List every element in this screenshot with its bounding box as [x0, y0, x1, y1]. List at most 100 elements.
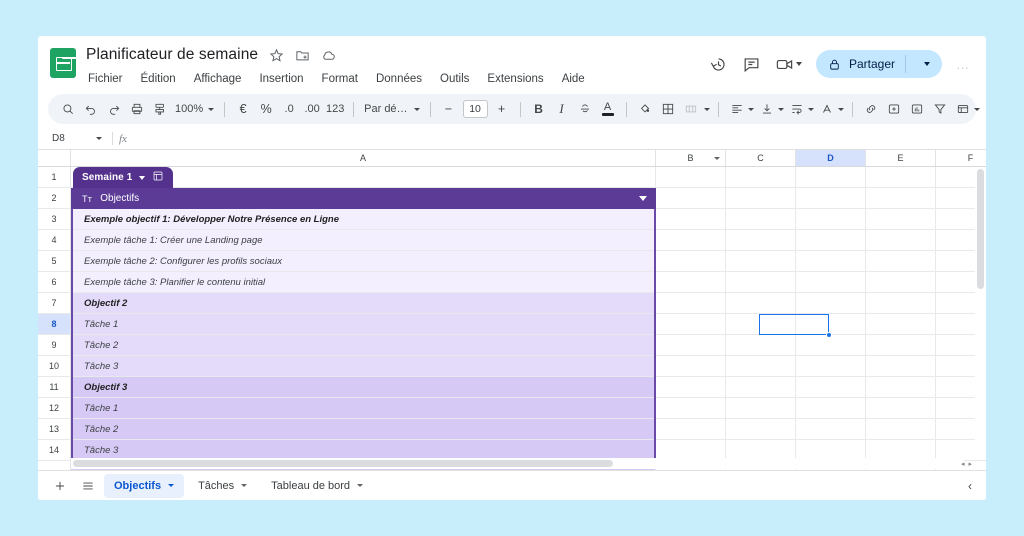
cell-c5[interactable] [726, 251, 796, 272]
column-header-a[interactable]: A [71, 150, 656, 166]
cell-b3[interactable] [656, 209, 726, 230]
scroll-arrows[interactable]: ◂ ▸ [961, 458, 972, 469]
cell-e3[interactable] [866, 209, 936, 230]
cell-b4[interactable] [656, 230, 726, 251]
cell-a10[interactable]: Tâche 3 [71, 356, 656, 377]
cell-e10[interactable] [866, 356, 936, 377]
cell-d11[interactable] [796, 377, 866, 398]
row-header-7[interactable]: 7 [38, 293, 71, 314]
menu-item-donnees[interactable]: Données [374, 72, 424, 86]
text-rotation-button[interactable] [817, 98, 844, 120]
row-header-12[interactable]: 12 [38, 398, 71, 419]
redo-icon[interactable] [104, 98, 124, 120]
version-history-icon[interactable] [709, 55, 728, 74]
cell-d6[interactable] [796, 272, 866, 293]
insert-link-icon[interactable] [861, 98, 881, 120]
row-header-9[interactable]: 9 [38, 335, 71, 356]
chevron-down-icon[interactable] [703, 107, 710, 111]
font-size-stepper[interactable]: − 10 + [439, 98, 512, 120]
font-family-selector[interactable]: Par dé… [362, 103, 421, 115]
star-icon[interactable] [269, 48, 284, 63]
chevron-down-icon[interactable] [357, 484, 364, 487]
sum-icon[interactable]: Σ [983, 98, 986, 120]
comment-icon[interactable] [742, 55, 761, 74]
cell-c7[interactable] [726, 293, 796, 314]
chevron-down-icon[interactable] [795, 62, 802, 66]
sheet-tab-objectifs[interactable]: Objectifs [104, 473, 185, 498]
menu-item-edition[interactable]: Édition [139, 72, 178, 86]
row-header-15[interactable] [38, 461, 71, 470]
cell-e9[interactable] [866, 335, 936, 356]
cell-b12[interactable] [656, 398, 726, 419]
menu-item-aide[interactable]: Aide [560, 72, 587, 86]
select-all-corner[interactable] [38, 150, 71, 166]
cell-a1[interactable] [71, 167, 656, 188]
cell-d5[interactable] [796, 251, 866, 272]
cell-d9[interactable] [796, 335, 866, 356]
vertical-scroll-thumb[interactable] [977, 169, 984, 289]
row-header-13[interactable]: 13 [38, 419, 71, 440]
cell-a5[interactable]: Exemple tâche 2: Configurer les profils … [71, 251, 656, 272]
undo-icon[interactable] [81, 98, 101, 120]
cell-b5[interactable] [656, 251, 726, 272]
cell-b9[interactable] [656, 335, 726, 356]
column-header-f[interactable]: F [936, 150, 986, 166]
filter-icon[interactable] [930, 98, 950, 120]
cell-c9[interactable] [726, 335, 796, 356]
italic-button[interactable]: I [552, 98, 572, 120]
sheet-tab-tableau-de-bord[interactable]: Tableau de bord [261, 474, 373, 498]
menu-item-format[interactable]: Format [320, 72, 360, 86]
cell-e7[interactable] [866, 293, 936, 314]
cell-e12[interactable] [866, 398, 936, 419]
search-icon[interactable] [58, 98, 78, 120]
cell-c11[interactable] [726, 377, 796, 398]
cell-a13[interactable]: Tâche 2 [71, 419, 656, 440]
cell-c2[interactable] [726, 188, 796, 209]
cell-d7[interactable] [796, 293, 866, 314]
cell-b10[interactable] [656, 356, 726, 377]
cell-d3[interactable] [796, 209, 866, 230]
cell-d12[interactable] [796, 398, 866, 419]
borders-icon[interactable] [658, 98, 678, 120]
horizontal-align-button[interactable] [727, 98, 754, 120]
paint-format-icon[interactable] [150, 98, 170, 120]
decrease-font-size-button[interactable]: − [439, 98, 459, 120]
merge-cells-icon[interactable] [681, 98, 701, 120]
row-header-2[interactable]: 2 [38, 188, 71, 209]
column-header-e[interactable]: E [866, 150, 936, 166]
strikethrough-button[interactable] [575, 98, 595, 120]
cell-a9[interactable]: Tâche 2 [71, 335, 656, 356]
column-header-c[interactable]: C [726, 150, 796, 166]
cell-e8[interactable] [866, 314, 936, 335]
column-header-d[interactable]: D [796, 150, 866, 166]
cell-a6[interactable]: Exemple tâche 3: Planifier le contenu in… [71, 272, 656, 293]
cell-b11[interactable] [656, 377, 726, 398]
name-box[interactable]: D8 [44, 133, 106, 144]
share-button[interactable]: Partager [815, 50, 942, 78]
scroll-left-icon[interactable]: ◂ [961, 460, 965, 468]
percent-format-button[interactable]: % [256, 98, 276, 120]
cell-a2[interactable] [71, 188, 656, 209]
text-color-button[interactable]: A [598, 98, 618, 120]
cell-c13[interactable] [726, 419, 796, 440]
fill-color-icon[interactable] [635, 98, 655, 120]
cell-a11[interactable]: Objectif 3 [71, 377, 656, 398]
more-number-formats-button[interactable]: 123 [325, 98, 345, 120]
share-dropdown-button[interactable] [916, 62, 938, 66]
meet-camera-icon[interactable] [775, 55, 794, 74]
insert-chart-icon[interactable] [907, 98, 927, 120]
row-header-4[interactable]: 4 [38, 230, 71, 251]
avatar[interactable]: … [956, 57, 972, 72]
cell-c4[interactable] [726, 230, 796, 251]
cell-e5[interactable] [866, 251, 936, 272]
chevron-down-icon[interactable] [241, 484, 248, 487]
cell-a7[interactable]: Objectif 2 [71, 293, 656, 314]
increase-font-size-button[interactable]: + [492, 98, 512, 120]
cell-c3[interactable] [726, 209, 796, 230]
fill-handle[interactable] [826, 332, 832, 338]
menu-item-fichier[interactable]: Fichier [86, 72, 125, 86]
column-header-b[interactable]: B [656, 150, 726, 166]
row-header-14[interactable]: 14 [38, 440, 71, 461]
menu-item-outils[interactable]: Outils [438, 72, 471, 86]
cell-c1[interactable] [726, 167, 796, 188]
